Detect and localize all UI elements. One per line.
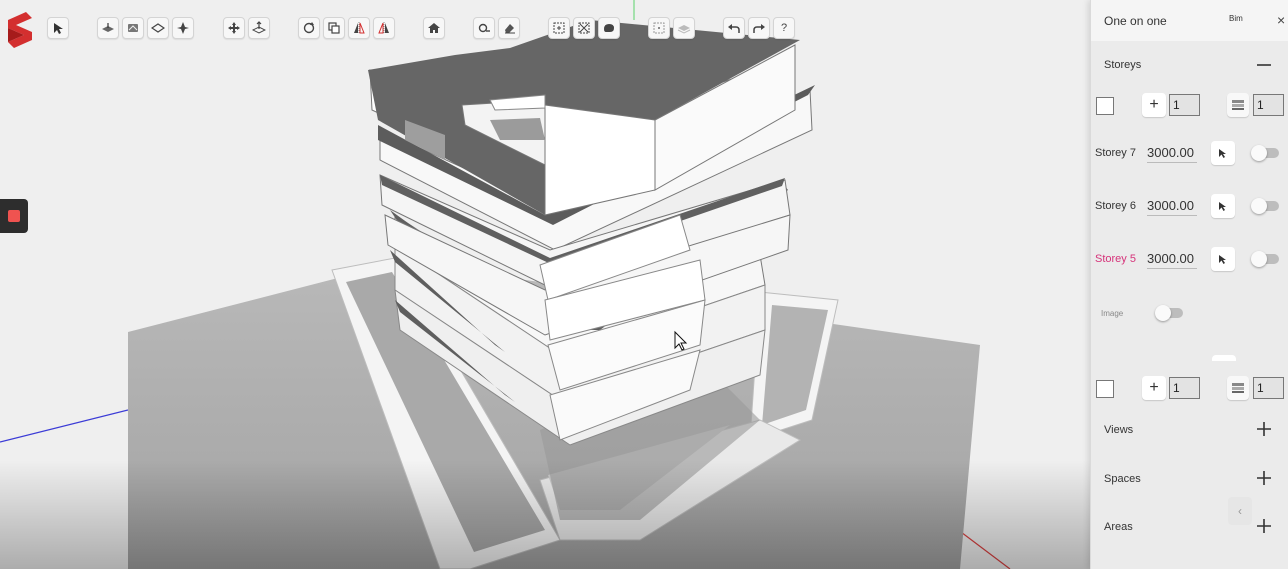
storey-6-select-button[interactable]	[1211, 194, 1235, 218]
panel-title: One on one	[1104, 14, 1167, 28]
paint-icon[interactable]	[598, 17, 620, 39]
bim-side-panel: One on one Bim × Storeys + 1 1 Storey 7 …	[1090, 0, 1288, 569]
bottom-layers-count-input[interactable]: 1	[1253, 377, 1284, 399]
image-toggle[interactable]	[1155, 305, 1183, 321]
add-area-button[interactable]	[1255, 517, 1273, 535]
layers-icon[interactable]	[673, 17, 695, 39]
redo-icon[interactable]	[748, 17, 770, 39]
building-model-scene[interactable]	[0, 0, 1090, 569]
measure-icon[interactable]	[473, 17, 495, 39]
bottom-layers-button[interactable]	[1227, 376, 1249, 400]
storey-7-select-button[interactable]	[1211, 141, 1235, 165]
collapse-storeys-button[interactable]	[1255, 56, 1273, 74]
storey-7-label[interactable]: Storey 7	[1095, 147, 1136, 159]
diamond-plane-icon[interactable]	[147, 17, 169, 39]
record-stop-icon	[8, 210, 20, 222]
layers-count-input[interactable]: 1	[1253, 94, 1284, 116]
layers-button[interactable]	[1227, 93, 1249, 117]
help-icon[interactable]: ?	[773, 17, 795, 39]
storey-6-height-input[interactable]: 3000.00	[1147, 198, 1197, 216]
collapse-panel-chevron-icon[interactable]: ‹	[1228, 497, 1252, 525]
storey-7-height-input[interactable]: 3000.00	[1147, 145, 1197, 163]
slab-icon[interactable]	[122, 17, 144, 39]
storeys-section-label: Storeys	[1104, 59, 1142, 71]
home-icon[interactable]	[423, 17, 445, 39]
storey-6-visibility-toggle[interactable]	[1251, 198, 1279, 214]
app-logo-icon[interactable]	[4, 10, 36, 48]
bottom-count-input[interactable]: 1	[1169, 377, 1200, 399]
bim-tab[interactable]: Bim	[1229, 14, 1243, 23]
floor-plane-icon[interactable]	[97, 17, 119, 39]
spaces-section-label: Spaces	[1104, 473, 1141, 485]
record-stop-button[interactable]	[0, 199, 28, 233]
mirror-y-icon[interactable]	[373, 17, 395, 39]
cursor-arrow-icon	[1219, 255, 1226, 264]
plus-icon	[1257, 519, 1271, 533]
storey-5-visibility-toggle[interactable]	[1251, 251, 1279, 267]
storey-5-height-input[interactable]: 3000.00	[1147, 251, 1197, 269]
cursor-arrow-icon	[1219, 149, 1226, 158]
cursor-arrow-icon	[1219, 202, 1226, 211]
group-icon[interactable]	[648, 17, 670, 39]
plus-icon	[1257, 422, 1271, 436]
layers-icon	[1232, 383, 1244, 393]
close-icon[interactable]: ×	[1277, 12, 1285, 28]
add-storey-button[interactable]: +	[1142, 93, 1166, 117]
elevate-icon[interactable]	[248, 17, 270, 39]
move-arrows-icon[interactable]	[223, 17, 245, 39]
snap-icon[interactable]	[172, 17, 194, 39]
select-all-checkbox[interactable]	[1096, 97, 1114, 115]
select-all-bottom-checkbox[interactable]	[1096, 380, 1114, 398]
add-bottom-button[interactable]: +	[1142, 376, 1166, 400]
scroll-partial-button	[1212, 355, 1236, 361]
mirror-x-icon[interactable]	[348, 17, 370, 39]
eraser-icon[interactable]	[498, 17, 520, 39]
panel-header: One on one Bim ×	[1091, 0, 1288, 41]
plus-icon	[1257, 471, 1271, 485]
views-section-label: Views	[1104, 424, 1134, 436]
image-label: Image	[1101, 309, 1124, 318]
storey-count-input[interactable]: 1	[1169, 94, 1200, 116]
layers-icon	[1232, 100, 1244, 110]
scan-icon[interactable]	[573, 17, 595, 39]
add-view-button[interactable]	[1255, 420, 1273, 438]
import-icon[interactable]	[548, 17, 570, 39]
storey-6-label[interactable]: Storey 6	[1095, 200, 1136, 212]
cursor-arrow-icon[interactable]	[47, 17, 69, 39]
copy-icon[interactable]	[323, 17, 345, 39]
storey-5-select-button[interactable]	[1211, 247, 1235, 271]
storey-5-label[interactable]: Storey 5	[1095, 253, 1136, 265]
app-window: ? One on one Bim × Storeys + 1 1 Storey …	[0, 0, 1288, 569]
areas-section-label: Areas	[1104, 521, 1133, 533]
undo-icon[interactable]	[723, 17, 745, 39]
add-space-button[interactable]	[1255, 469, 1273, 487]
storey-7-visibility-toggle[interactable]	[1251, 145, 1279, 161]
3d-viewport[interactable]: ?	[0, 0, 1090, 569]
rotate-icon[interactable]	[298, 17, 320, 39]
